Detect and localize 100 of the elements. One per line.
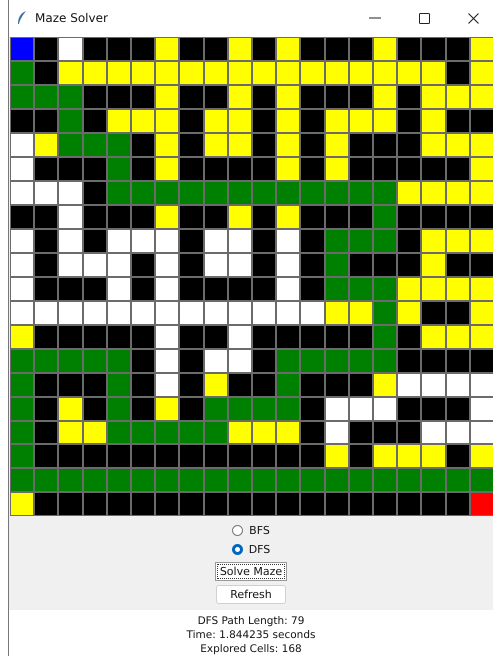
maze-cell bbox=[34, 132, 58, 157]
maze-cell bbox=[300, 36, 325, 61]
maze-cell bbox=[397, 36, 422, 61]
maze-cell bbox=[348, 348, 373, 373]
maze-cell bbox=[397, 348, 422, 373]
maze-cell bbox=[300, 84, 325, 109]
maze-cell bbox=[179, 396, 204, 420]
maze-cell bbox=[348, 300, 373, 325]
maze-cell bbox=[470, 348, 493, 373]
maze-cell bbox=[421, 132, 446, 157]
result-text: Explored Cells: 168 bbox=[200, 642, 302, 656]
maze-cell bbox=[470, 372, 493, 397]
maze-cell bbox=[348, 84, 373, 109]
maze-cell bbox=[179, 180, 204, 205]
maze-cell bbox=[421, 348, 446, 373]
maze-cell bbox=[252, 228, 276, 253]
maze-cell bbox=[228, 324, 252, 349]
maze-cell bbox=[204, 180, 228, 205]
maze-cell bbox=[421, 468, 446, 492]
maze-cell bbox=[397, 84, 422, 109]
maze-cell bbox=[397, 300, 422, 325]
maze-cell bbox=[373, 156, 398, 181]
maze-cell bbox=[106, 252, 131, 277]
maze-cell bbox=[82, 204, 107, 229]
maze-cell bbox=[446, 468, 470, 492]
maze-cell bbox=[131, 300, 156, 325]
maze-cell bbox=[446, 36, 470, 61]
maze-cell bbox=[106, 324, 131, 349]
maze-cell bbox=[324, 420, 349, 444]
maze-cell bbox=[204, 36, 228, 61]
maze-cell bbox=[179, 468, 204, 492]
radio-indicator-icon[interactable] bbox=[232, 525, 244, 536]
maze-cell bbox=[131, 492, 156, 516]
maze-cell bbox=[228, 252, 252, 277]
maze-cell bbox=[252, 204, 276, 229]
maze-cell bbox=[276, 372, 300, 397]
maze-cell bbox=[252, 84, 276, 109]
maze-cell bbox=[446, 84, 470, 109]
maze-cell bbox=[58, 252, 83, 277]
maze-cell bbox=[204, 348, 228, 373]
maze-cell bbox=[131, 444, 156, 468]
maze-cell bbox=[324, 132, 349, 157]
maze-cell bbox=[446, 108, 470, 133]
maze-cell bbox=[373, 420, 398, 444]
maze-cell bbox=[204, 156, 228, 181]
maze-cell bbox=[34, 372, 58, 397]
minimize-icon[interactable] bbox=[369, 17, 381, 20]
maze-cell bbox=[421, 396, 446, 420]
maze-cell bbox=[348, 468, 373, 492]
radio-indicator-icon[interactable] bbox=[232, 544, 243, 556]
maze-cell bbox=[421, 420, 446, 444]
maze-cell bbox=[470, 252, 493, 277]
maze-cell bbox=[470, 180, 493, 205]
maze-cell bbox=[155, 396, 180, 420]
maze-cell bbox=[106, 444, 131, 468]
maze-cell bbox=[34, 444, 58, 468]
maze-cell bbox=[204, 228, 228, 253]
maze-cell bbox=[276, 324, 300, 349]
close-icon[interactable] bbox=[468, 12, 479, 24]
maze-cell bbox=[131, 252, 156, 277]
maze-cell bbox=[252, 252, 276, 277]
maximize-icon[interactable] bbox=[419, 12, 430, 24]
maze-cell bbox=[348, 492, 373, 516]
maze-cell bbox=[179, 276, 204, 301]
maze-cell bbox=[446, 156, 470, 181]
refresh-button[interactable]: Refresh bbox=[216, 585, 286, 604]
maze-cell bbox=[228, 372, 252, 397]
maze-cell bbox=[252, 300, 276, 325]
algorithm-radio[interactable]: DFS bbox=[232, 541, 270, 558]
maze-cell bbox=[300, 492, 325, 516]
maze-cell bbox=[373, 60, 398, 85]
maze-cell bbox=[397, 276, 422, 301]
maze-cell bbox=[397, 324, 422, 349]
maze-cell bbox=[446, 324, 470, 349]
maze-cell bbox=[373, 132, 398, 157]
maze-cell bbox=[204, 252, 228, 277]
maze-cell bbox=[131, 276, 156, 301]
maze-cell bbox=[300, 276, 325, 301]
solve-button[interactable]: Solve Maze bbox=[214, 562, 288, 582]
maze-cell bbox=[300, 180, 325, 205]
maze-cell bbox=[131, 204, 156, 229]
maze-cell bbox=[106, 180, 131, 205]
maze-cell bbox=[324, 468, 349, 492]
maze-cell bbox=[34, 60, 58, 85]
maze-cell bbox=[179, 492, 204, 516]
maze-cell bbox=[324, 180, 349, 205]
maze-cell bbox=[155, 372, 180, 397]
maze-cell bbox=[155, 300, 180, 325]
maze-cell bbox=[397, 396, 422, 420]
maze-cell bbox=[348, 444, 373, 468]
maze-cell bbox=[179, 60, 204, 85]
maze-cell bbox=[276, 444, 300, 468]
algorithm-radio[interactable]: BFS bbox=[232, 522, 270, 540]
maze-cell bbox=[470, 276, 493, 301]
maze-cell bbox=[34, 300, 58, 325]
maze-cell bbox=[155, 108, 180, 133]
maze-cell bbox=[155, 420, 180, 444]
maze-cell bbox=[106, 372, 131, 397]
maze-cell bbox=[82, 420, 107, 444]
maze-cell bbox=[446, 420, 470, 444]
